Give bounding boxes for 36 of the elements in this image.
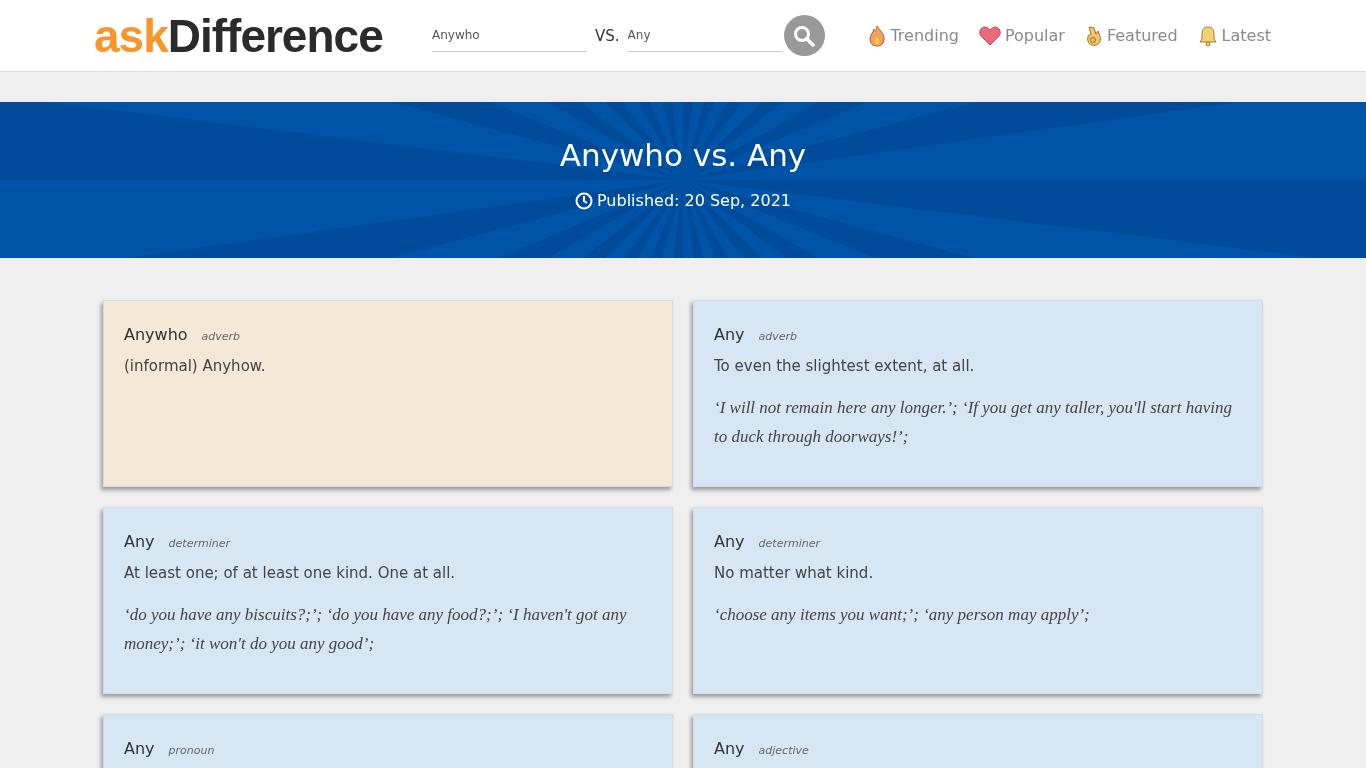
search-field[interactable]: Anywho <box>432 19 587 52</box>
bell-icon <box>1197 24 1218 47</box>
flame-icon <box>868 24 887 47</box>
part-of-speech: determiner <box>168 537 230 550</box>
word-label: Any <box>714 325 745 344</box>
nav-link[interactable]: Featured <box>1084 24 1178 47</box>
nav-link[interactable]: Popular <box>978 24 1065 47</box>
definition-text: To even the slightest extent, at all. <box>714 357 976 375</box>
search-icon <box>793 24 816 47</box>
vs-label: VS. <box>595 26 620 45</box>
nav-link[interactable]: Trending <box>868 24 959 47</box>
part-of-speech: adverb <box>201 330 241 343</box>
part-of-speech: determiner <box>758 537 820 550</box>
example-text: ‘do you have any biscuits?;’; ‘do you have any food?;’; ‘I haven't got any money;’; ‘it won't do you any good’; <box>124 604 628 655</box>
part-of-speech: adverb <box>758 330 798 343</box>
word-label: Anywho <box>124 325 188 344</box>
part-of-speech: adjective <box>758 744 809 757</box>
word-label: Any <box>714 532 745 551</box>
word-label: Any <box>714 739 745 758</box>
part-of-speech: pronoun <box>168 744 215 757</box>
word-label: Any <box>124 739 155 758</box>
clock-icon <box>575 191 593 210</box>
heart-icon <box>978 25 1001 46</box>
search-button[interactable] <box>783 15 825 56</box>
word-label: Any <box>124 532 155 551</box>
definition-text: (informal) Anyhow. <box>124 357 267 375</box>
site-logo[interactable]: askDifference <box>94 8 432 63</box>
nav-link[interactable]: Latest <box>1197 24 1271 47</box>
definition-text: At least one; of at least one kind. One at all. <box>124 564 457 582</box>
page-title: Anywho vs. Any <box>559 137 807 173</box>
example-text: ‘choose any items you want;’; ‘any person may apply’; <box>714 604 1091 626</box>
publish-date: Published: 20 Sep, 2021 <box>597 191 791 210</box>
definition-text: No matter what kind. <box>714 564 875 582</box>
hand-icon <box>1084 24 1103 47</box>
search-field[interactable]: Any <box>627 19 783 52</box>
example-text: ‘I will not remain here any longer.’; ‘If you get any taller, you'll start having to duck through doorways!’; <box>714 397 1233 448</box>
